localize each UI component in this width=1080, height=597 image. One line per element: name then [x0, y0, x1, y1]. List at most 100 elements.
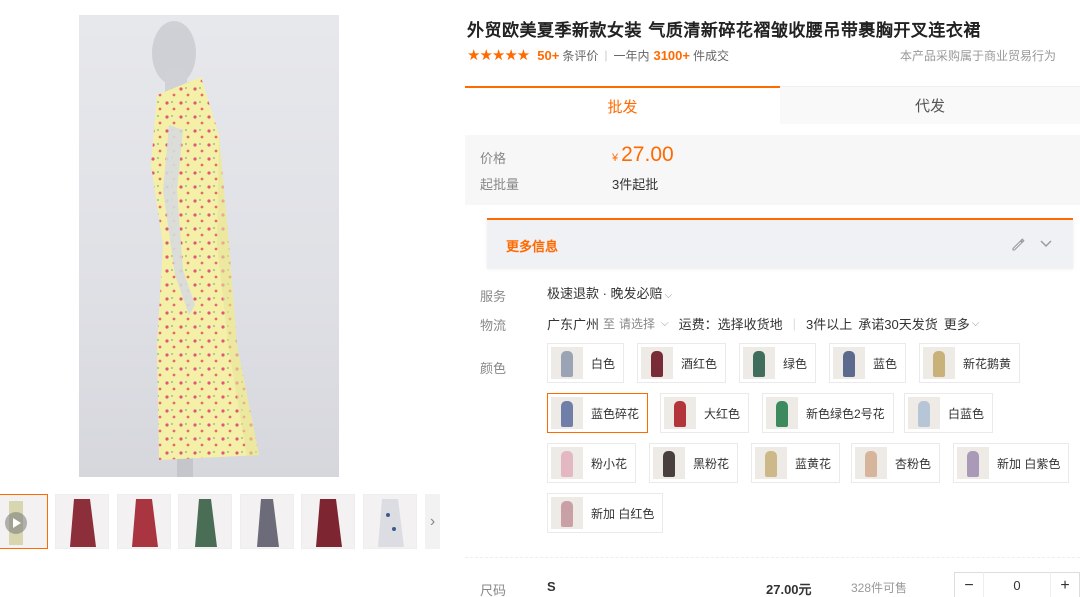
thumbnail-image — [132, 499, 158, 547]
color-option-label: 大红色 — [704, 406, 741, 421]
moq-value: 3件起批 — [612, 177, 659, 192]
edit-icon[interactable] — [1010, 236, 1026, 252]
color-option[interactable]: 粉小花 — [547, 443, 637, 483]
moq-label: 起批量 — [480, 177, 520, 192]
product-main-image[interactable] — [79, 15, 339, 477]
color-option[interactable]: 白蓝色 — [904, 393, 994, 433]
size-label: 尺码 — [480, 583, 507, 597]
color-option[interactable]: 白色 — [547, 343, 625, 383]
thumbnail-item[interactable] — [363, 494, 417, 549]
color-swatch-image — [855, 447, 887, 479]
color-option-label: 新色绿色2号花 — [806, 406, 885, 421]
increment-button[interactable]: + — [1051, 572, 1079, 597]
color-option-label: 新加 白紫色 — [997, 456, 1061, 471]
color-option-label: 白蓝色 — [948, 406, 985, 421]
quantity-stepper: − 0 + — [954, 572, 1080, 597]
ship-to-label: 至 — [603, 317, 616, 331]
divider: | — [604, 48, 608, 62]
color-option-label: 新花鹅黄 — [963, 356, 1012, 371]
size-price: 27.00元 — [766, 582, 812, 597]
color-swatch-image — [551, 397, 583, 429]
color-swatch-image — [908, 397, 940, 429]
color-option-label: 蓝色 — [873, 356, 898, 371]
more-info-label: 更多信息 — [506, 239, 559, 254]
color-swatch-image — [664, 397, 696, 429]
color-swatch-image — [551, 447, 583, 479]
logistics-label: 物流 — [480, 318, 507, 333]
color-option[interactable]: 新色绿色2号花 — [762, 393, 894, 433]
color-option[interactable]: 新花鹅黄 — [919, 343, 1021, 383]
chevron-down-icon[interactable]: ⌵ — [661, 318, 669, 329]
price-number: 27.00 — [621, 143, 674, 166]
freight-text: 运费：选择收货地 — [678, 317, 783, 332]
dress-on-mannequin-image — [151, 21, 259, 477]
color-option-label: 蓝色碎花 — [591, 406, 640, 421]
reviews-count[interactable]: 50+ — [537, 48, 559, 63]
purchase-mode-tabs: 批发 代发 — [465, 86, 1080, 124]
ship-min: 3件以上 — [806, 317, 853, 332]
business-note-text: 本产品采购属于商业贸易行为 — [900, 49, 1057, 63]
more-info-panel[interactable]: 更多信息 — [487, 218, 1073, 268]
color-option[interactable]: 大红色 — [660, 393, 750, 433]
tab-dropship[interactable]: 代发 — [780, 86, 1080, 124]
divider: | — [792, 316, 797, 331]
color-option[interactable]: 酒红色 — [637, 343, 727, 383]
deals-label: 件成交 — [692, 48, 729, 63]
color-option-label: 杏粉色 — [895, 456, 932, 471]
color-option-label: 粉小花 — [591, 456, 628, 471]
video-thumbnail[interactable] — [0, 494, 48, 549]
color-option[interactable]: 黑粉花 — [649, 443, 739, 483]
color-swatch-image — [551, 497, 583, 529]
color-swatch-image — [766, 397, 798, 429]
color-option[interactable]: 新加 白紫色 — [953, 443, 1070, 483]
color-option[interactable]: 新加 白红色 — [547, 493, 664, 533]
size-stock: 328件可售 — [851, 581, 908, 595]
thumbnail-next-button[interactable]: › — [425, 494, 440, 549]
color-swatch-image — [551, 347, 583, 379]
chevron-down-icon[interactable]: ⌵ — [972, 318, 980, 329]
deals-prefix: 一年内 — [613, 48, 650, 63]
reviews-label: 条评价 — [562, 48, 599, 63]
chevron-right-icon: › — [429, 512, 436, 530]
service-label: 服务 — [480, 289, 507, 304]
chevron-down-icon[interactable] — [1039, 238, 1053, 250]
decrement-button[interactable]: − — [955, 572, 983, 597]
color-option-selected[interactable]: 蓝色碎花 — [547, 393, 649, 433]
deals-count: 3100+ — [653, 47, 690, 63]
currency-symbol: ¥ — [612, 152, 619, 164]
service-value[interactable]: 极速退款 · 晚发必赔 ⌵ — [547, 283, 672, 302]
thumbnail-image — [195, 499, 217, 547]
chevron-down-icon: ⌵ — [664, 290, 673, 301]
tab-wholesale[interactable]: 批发 — [465, 86, 780, 124]
thumbnail-image — [70, 499, 96, 547]
thumbnail-item[interactable] — [301, 494, 355, 549]
service-text: 极速退款 · 晚发必赔 — [547, 286, 663, 301]
color-swatch-image — [957, 447, 989, 479]
color-option[interactable]: 杏粉色 — [851, 443, 941, 483]
price-label: 价格 — [480, 151, 507, 166]
thumbnail-item[interactable] — [178, 494, 232, 549]
color-swatch-image — [653, 447, 685, 479]
price-value: ¥27.00 — [612, 143, 674, 167]
color-swatch-image — [743, 347, 775, 379]
thumbnail-item[interactable] — [55, 494, 109, 549]
color-swatch-image — [755, 447, 787, 479]
thumbnail-image — [378, 499, 404, 547]
rating-row: ★★★★★ 50+ 条评价 | 一年内 3100+ 件成交 — [467, 46, 729, 64]
color-option[interactable]: 蓝黄花 — [751, 443, 841, 483]
color-swatch-image — [641, 347, 673, 379]
color-option[interactable]: 蓝色 — [829, 343, 907, 383]
more-shipping-link[interactable]: 更多 — [944, 314, 970, 333]
thumbnail-item[interactable] — [240, 494, 294, 549]
price-box: 价格 ¥27.00 起批量 3件起批 — [465, 135, 1080, 205]
thumbnail-item[interactable] — [117, 494, 171, 549]
thumbnail-strip: › — [0, 494, 445, 550]
color-option[interactable]: 绿色 — [739, 343, 817, 383]
star-rating-icon: ★★★★★ — [467, 47, 530, 64]
quantity-input[interactable]: 0 — [983, 572, 1051, 597]
color-option-label: 蓝黄花 — [795, 456, 832, 471]
destination-select[interactable]: 请选择 — [619, 315, 655, 332]
logistics-row: 广东广州 至 请选择 ⌵ 运费：选择收货地 | 3件以上 承诺30天发货 更多 … — [547, 314, 979, 333]
color-option-label: 酒红色 — [681, 356, 718, 371]
business-note: 本产品采购属于商业贸易行为 举 — [900, 47, 1080, 64]
